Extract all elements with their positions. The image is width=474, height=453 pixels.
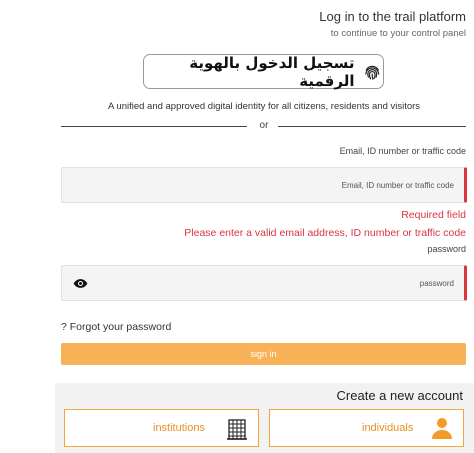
- nafath-login-label: تسجيل الدخول بالهوية الرقمية: [189, 53, 355, 90]
- email-input[interactable]: [62, 168, 464, 202]
- invalid-input-error: Please enter a valid email address, ID n…: [184, 227, 466, 239]
- sign-in-button[interactable]: sign in: [61, 343, 466, 365]
- divider-right: [278, 126, 466, 127]
- identity-tagline: A unified and approved digital identity …: [107, 101, 421, 112]
- individuals-account-button[interactable]: individuals: [269, 409, 464, 447]
- required-field-error: Required field: [401, 209, 466, 221]
- divider-or: or: [259, 120, 269, 131]
- eye-icon[interactable]: [73, 278, 88, 289]
- person-icon: [432, 418, 452, 439]
- institutions-account-button[interactable]: institutions: [64, 409, 259, 447]
- individuals-label: individuals: [362, 422, 414, 434]
- building-icon: [227, 419, 247, 440]
- email-field: [61, 167, 467, 203]
- create-account-title: Create a new account: [336, 388, 463, 403]
- password-field-label: password: [427, 244, 466, 254]
- page-title: Log in to the trail platform: [319, 9, 466, 24]
- divider-left: [61, 126, 247, 127]
- password-input[interactable]: [62, 266, 464, 300]
- nafath-login-button[interactable]: تسجيل الدخول بالهوية الرقمية: [143, 53, 384, 90]
- fingerprint-icon: [365, 65, 380, 80]
- password-field: [61, 265, 467, 301]
- institutions-label: institutions: [153, 422, 205, 434]
- page-subtitle: to continue to your control panel: [330, 28, 466, 39]
- forgot-password-link[interactable]: ? Forgot your password: [61, 321, 171, 333]
- email-field-label: Email, ID number or traffic code: [339, 146, 466, 156]
